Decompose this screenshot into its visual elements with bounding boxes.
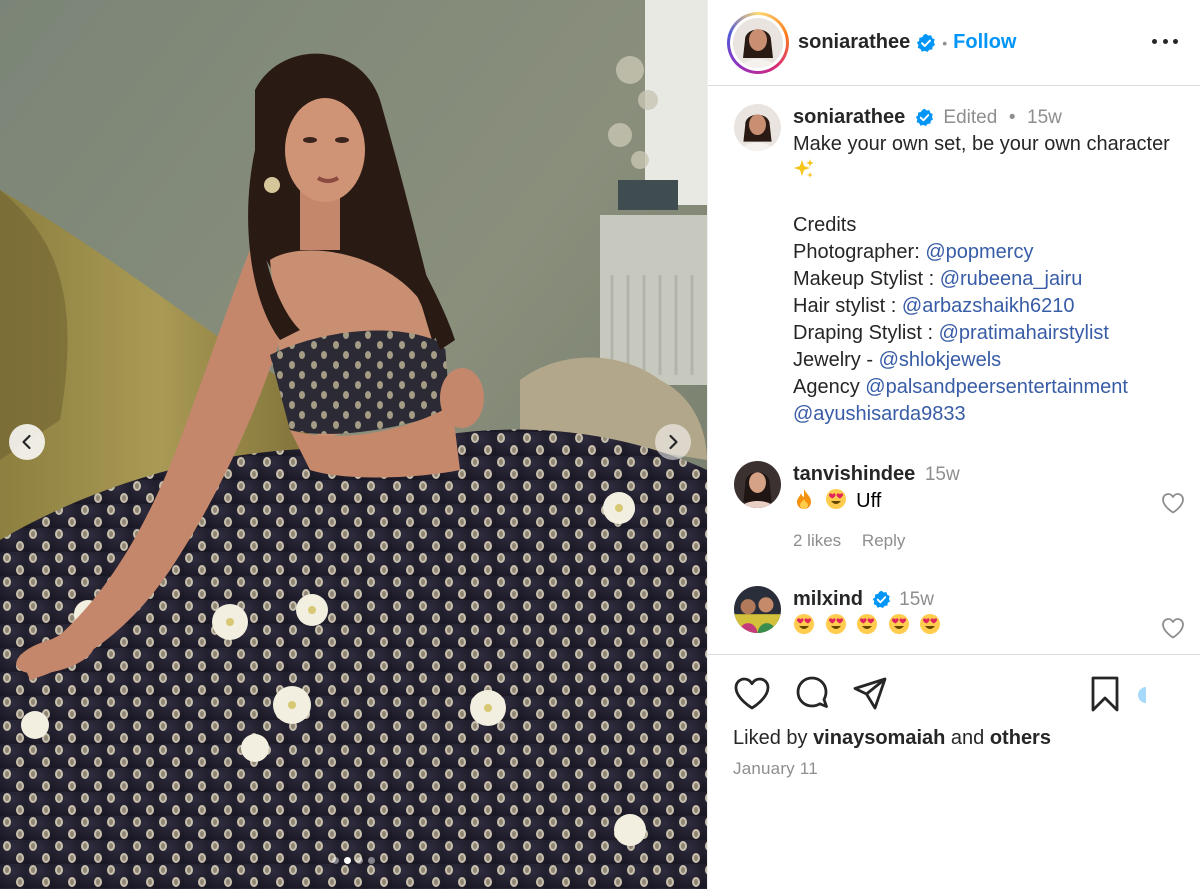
carousel-dot [332,857,339,864]
post-details-panel: soniarathee • Follow soniarathee Edited … [707,0,1200,889]
comment-timestamp[interactable]: 15w [925,464,960,485]
comment-text: Uff [856,490,882,512]
heart-eyes-icon [825,489,846,509]
chevron-left-icon [22,434,31,450]
comment-author[interactable]: milxind [793,588,863,610]
follow-button[interactable]: Follow [953,31,1016,54]
post-header: soniarathee • Follow [708,0,1200,86]
avatar [733,17,783,68]
chevron-right-icon [669,434,678,450]
credit-label: Hair stylist : [793,295,902,317]
heart-icon[interactable] [733,675,771,713]
credit-handle-link[interactable]: @rubeena_jairu [940,268,1083,290]
action-bar [733,675,1200,715]
heart-eyes-icon [857,614,878,634]
comments-section[interactable]: soniarathee Edited • 15w Make your own s… [708,86,1200,654]
bookmark-icon[interactable] [1086,675,1124,713]
reply-button[interactable]: Reply [862,531,905,550]
verified-badge-icon [917,33,936,52]
verified-badge-icon [872,590,890,609]
credit-handle-link[interactable]: @arbazshaikh6210 [902,295,1075,317]
comment-likes-count[interactable]: 2 likes [793,531,841,550]
verified-badge-icon [915,108,933,127]
credit-label: Makeup Stylist : [793,268,940,290]
credit-label: Photographer: [793,241,926,263]
post-caption: soniarathee Edited • 15w Make your own s… [734,104,1194,428]
comment-timestamp[interactable]: 15w [899,589,934,610]
header-separator: • [942,34,948,51]
heart-eyes-icon [888,614,909,634]
heart-eyes-icon [920,614,941,634]
liked-by-prefix: Liked by [733,727,814,749]
sparkles-icon [794,159,814,178]
avatar[interactable] [734,104,781,151]
credit-line: Hair stylist : @arbazshaikh6210 [793,293,1170,320]
previous-photo-button[interactable] [9,424,45,460]
carousel-dot [356,857,363,864]
liked-by-others-link[interactable]: others [990,727,1051,749]
credit-line: Agency @palsandpeersentertainment [793,374,1170,401]
next-photo-button[interactable] [655,424,691,460]
credit-label: Agency [793,376,866,398]
comment-icon[interactable] [793,675,831,713]
carousel-dot-active [344,857,351,864]
credit-handle-link[interactable]: @popmercy [925,241,1033,263]
more-options-icon[interactable] [1152,36,1178,46]
comment-emojis [793,613,945,640]
author-avatar-ring[interactable] [727,11,789,74]
author-username[interactable]: soniarathee [798,31,910,54]
heart-eyes-icon [794,614,814,634]
fire-icon [797,489,811,509]
liked-by-and: and [945,727,990,749]
liked-by-text: Liked by vinaysomaiah and others [733,727,1051,750]
credit-handle-link[interactable]: @palsandpeersentertainment [865,376,1128,398]
credit-line: Jewelry - @shlokjewels [793,347,1170,374]
comment-item: milxind 15w [734,586,1174,640]
caption-text: Make your own set, be your own character [793,133,1170,155]
post-image [0,0,707,889]
avatar[interactable] [734,461,781,508]
heart-eyes-icon [825,614,846,634]
credit-line: Draping Stylist : @pratimahairstylist [793,320,1170,347]
edited-label: Edited [943,107,998,128]
post-footer: Liked by vinaysomaiah and others January… [708,654,1200,889]
share-icon[interactable] [851,675,889,713]
credit-label: Jewelry - [793,349,879,371]
mention-link[interactable]: @ayushisarda9833 [793,403,966,425]
credit-handle-link[interactable]: @shlokjewels [879,349,1002,371]
carousel-dot [368,857,375,864]
comment-like-heart-icon[interactable] [1161,492,1185,514]
caption-separator: • [1008,107,1016,128]
liked-by-user-link[interactable]: vinaysomaiah [813,727,945,749]
avatar[interactable] [734,586,781,633]
caption-author[interactable]: soniarathee [793,106,905,128]
post-photo[interactable] [0,0,707,889]
comment-author[interactable]: tanvishindee [793,463,915,485]
scroll-indicator [1138,687,1146,703]
credit-line: Photographer: @popmercy [793,239,1170,266]
comment-item: tanvishindee 15w Uff 2 likes Reply [734,461,1174,554]
credit-line: Makeup Stylist : @rubeena_jairu [793,266,1170,293]
credits-heading: Credits [793,214,857,236]
credit-label: Draping Stylist : [793,322,939,344]
credit-handle-link[interactable]: @pratimahairstylist [939,322,1109,344]
carousel-indicator [0,857,707,864]
caption-timestamp[interactable]: 15w [1027,107,1062,128]
comment-like-heart-icon[interactable] [1161,617,1185,639]
post-date[interactable]: January 11 [733,759,818,779]
